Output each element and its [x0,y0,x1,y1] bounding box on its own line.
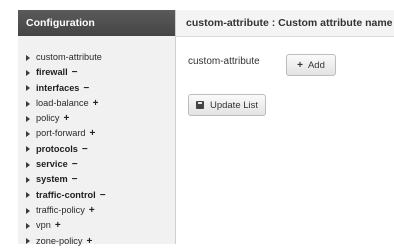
tree-item-firewall[interactable]: firewall − [26,65,175,80]
tree-item-label: interfaces [36,82,80,93]
sidebar: Configuration custom-attribute firewall … [18,10,176,247]
tree-item-label: load-balance [36,97,89,108]
remove-node-icon[interactable]: − [72,172,78,187]
tree-item-label: traffic-policy [36,204,85,215]
tree-item-label: protocols [36,143,78,154]
custom-attribute-label: custom-attribute [188,56,260,67]
expand-arrow-icon[interactable] [26,146,30,153]
expand-arrow-icon[interactable] [26,161,30,168]
expand-arrow-icon[interactable] [26,222,30,229]
panel-title: custom-attribute : Custom attribute name [176,10,394,37]
tree-item-custom-attribute[interactable]: custom-attribute [26,50,175,65]
tree-item-system[interactable]: system − [26,172,175,187]
tree-item-traffic-control[interactable]: traffic-control − [26,188,175,203]
expand-arrow-icon[interactable] [26,177,30,184]
tree-item-label: zone-policy [36,235,83,246]
add-node-icon[interactable]: + [93,96,99,111]
expand-arrow-icon[interactable] [26,238,30,245]
tree-item-policy[interactable]: policy + [26,111,175,126]
sidebar-title: Configuration [18,10,175,36]
remove-node-icon[interactable]: − [82,142,88,157]
add-node-icon[interactable]: + [64,111,70,126]
tree-item-protocols[interactable]: protocols − [26,142,175,157]
tree-item-label: port-forward [36,128,86,139]
expand-arrow-icon[interactable] [26,207,30,214]
add-button[interactable]: + Add [286,54,336,76]
remove-node-icon[interactable]: − [72,157,78,172]
config-tree: custom-attribute firewall − interfaces −… [18,36,175,249]
expand-arrow-icon[interactable] [26,54,30,61]
remove-node-icon[interactable]: − [100,188,106,203]
update-list-label: Update List [209,99,259,111]
tree-item-label: service [36,159,68,170]
add-button-label: Add [307,59,325,71]
config-window: Configuration custom-attribute firewall … [18,10,394,247]
expand-arrow-icon[interactable] [26,192,30,199]
expand-arrow-icon[interactable] [26,131,30,138]
tree-item-vpn[interactable]: vpn + [26,218,175,233]
tree-item-interfaces[interactable]: interfaces − [26,81,175,96]
tree-item-load-balance[interactable]: load-balance + [26,96,175,111]
add-node-icon[interactable]: + [90,126,96,141]
tree-item-label: vpn [36,220,51,231]
tree-item-port-forward[interactable]: port-forward + [26,126,175,141]
expand-arrow-icon[interactable] [26,100,30,107]
tree-item-label: custom-attribute [36,52,102,62]
tree-item-label: system [36,174,68,185]
expand-arrow-icon[interactable] [26,115,30,122]
tree-item-label: firewall [36,67,68,78]
tree-item-label: policy [36,113,60,124]
tree-item-zone-policy[interactable]: zone-policy + [26,234,175,249]
main-panel: custom-attribute : Custom attribute name… [176,10,394,244]
tree-item-label: traffic-control [36,189,96,200]
remove-node-icon[interactable]: − [72,65,78,80]
tree-item-service[interactable]: service − [26,157,175,172]
save-icon [195,101,204,109]
add-node-icon[interactable]: + [55,218,61,233]
expand-arrow-icon[interactable] [26,85,30,92]
expand-arrow-icon[interactable] [26,69,30,76]
plus-icon: + [297,59,303,71]
add-node-icon[interactable]: + [89,203,95,218]
add-node-icon[interactable]: + [86,234,92,249]
remove-node-icon[interactable]: − [83,81,89,96]
update-list-button[interactable]: Update List [188,94,266,116]
tree-item-traffic-policy[interactable]: traffic-policy + [26,203,175,218]
